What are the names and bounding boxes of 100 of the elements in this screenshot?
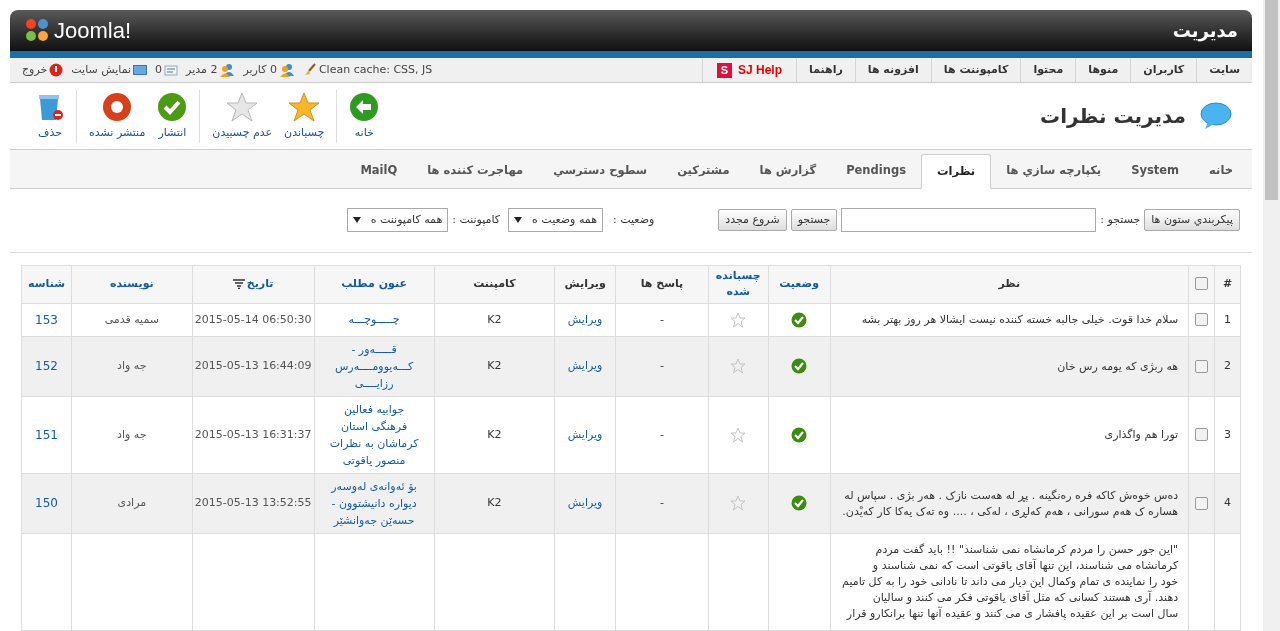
broom-icon [302, 63, 317, 78]
toolbar-button[interactable]: خانه [343, 89, 386, 143]
comment-id-link[interactable]: 151 [35, 427, 58, 442]
component-name: K2 [487, 496, 502, 510]
column-header: کامپننت [473, 275, 516, 292]
row-checkbox[interactable] [1195, 359, 1209, 373]
tab[interactable]: خانه [1194, 153, 1248, 189]
header-title: مدیریت [1172, 18, 1238, 44]
help-menu-item[interactable]: S SJ Help [702, 57, 797, 83]
search-label: جستجو : [1100, 212, 1141, 229]
status-link[interactable]: 0 کاربر [243, 61, 295, 79]
search-field[interactable] [841, 208, 1097, 233]
published-check-icon[interactable] [791, 426, 808, 443]
select-all-checkbox[interactable] [1195, 277, 1209, 291]
menu-item[interactable]: راهنما [796, 57, 855, 83]
tab[interactable]: System [1116, 153, 1195, 189]
tab[interactable]: گزارش ها [744, 153, 832, 189]
published-check-icon[interactable] [791, 495, 808, 512]
scrollbar[interactable] [1263, 0, 1280, 631]
menu-item[interactable]: سایت [1196, 57, 1252, 83]
status-link[interactable]: نمایش سایت [71, 61, 148, 79]
column-header: نظر [998, 275, 1021, 292]
logo-text: Joomla! [54, 16, 132, 45]
row-checkbox[interactable] [1195, 428, 1209, 442]
component-name: K2 [487, 427, 502, 441]
column-header: ویرایش [564, 275, 606, 292]
menu-item[interactable]: منوها [1075, 57, 1131, 83]
unpublish-icon [102, 91, 133, 122]
menu-item[interactable]: کاربران [1130, 57, 1197, 83]
tab[interactable]: سطوح دسترسي [538, 153, 663, 189]
toolbar-button[interactable]: عدم چسبیدن [206, 89, 279, 143]
row-number: 3 [1224, 427, 1232, 441]
status-link[interactable]: 2 مدیر [186, 61, 236, 79]
replies-count: - [659, 496, 664, 510]
column-header[interactable]: چسبانده شده [708, 267, 768, 301]
column-header[interactable]: تاریخ [232, 275, 274, 293]
columns-button[interactable]: پیکربندي ستون ها [1144, 209, 1240, 232]
row-number: 2 [1224, 359, 1232, 373]
column-header[interactable]: نویسنده [109, 275, 154, 293]
message-icon [164, 64, 179, 77]
replies-count: - [659, 427, 664, 441]
menu-item[interactable]: محتوا [1020, 57, 1076, 83]
star-icon[interactable] [730, 311, 747, 328]
star-icon[interactable] [730, 495, 747, 512]
help-logo-icon: S [717, 62, 732, 78]
published-check-icon[interactable] [791, 311, 808, 328]
menu-item[interactable]: افزونه ها [854, 57, 931, 83]
author-name: مرادی [117, 496, 147, 510]
star-icon[interactable] [730, 426, 747, 443]
replies-count: - [659, 312, 664, 326]
logout-icon [49, 63, 64, 78]
comment-id-link[interactable]: 152 [35, 359, 58, 374]
status-link[interactable]: Clean cache: CSS, JS [302, 61, 433, 79]
edit-link[interactable]: ویرایش [567, 496, 603, 510]
status-link[interactable]: خروج [22, 61, 64, 79]
check-icon [157, 91, 188, 122]
published-check-icon[interactable] [791, 358, 808, 375]
comment-text: دەس خوەش کاکه فره رەنگینه . پڕ لە هەست نازک . هەر بژی . سپاس لە هساره ک هەم سورانی ، هەم کەلڕی ، لەکی ، .... وه تەک یەکا کار کەیْدن. [842, 488, 1179, 518]
tab[interactable]: مشتركين [662, 153, 745, 189]
row-checkbox[interactable] [1195, 313, 1209, 326]
comment-text: هه ربژی که یومه رس خان [1057, 359, 1179, 373]
tab[interactable]: مهاجرت كننده ها [412, 153, 539, 189]
date-text: 2015-05-13 16:44:09 [194, 359, 312, 373]
toolbar-button[interactable]: انتشار [151, 89, 194, 143]
date-text: 2015-05-14 06:50:30 [194, 312, 312, 326]
comment-id-link[interactable]: 153 [35, 312, 58, 327]
tab[interactable]: MailQ [345, 153, 413, 189]
edit-link[interactable]: ویرایش [567, 427, 603, 441]
reset-button[interactable]: شروع مجدد [718, 209, 787, 232]
users-icon [219, 63, 236, 78]
state-select[interactable]: همه وضعیت ه [508, 208, 603, 233]
star-icon [226, 91, 259, 122]
component-label: کامپوننت : [452, 212, 501, 229]
row-number: 1 [1224, 312, 1232, 326]
search-button[interactable]: جستجو [790, 209, 838, 232]
star-icon[interactable] [730, 358, 747, 375]
tab[interactable]: نظرات [921, 154, 992, 190]
column-header: # [1222, 275, 1233, 292]
row-checkbox[interactable] [1195, 496, 1209, 510]
state-label: وضعیت : [613, 212, 655, 229]
monitor-icon [133, 64, 148, 77]
comment-id-link[interactable]: 150 [35, 496, 58, 511]
toolbar-button[interactable]: حذف [30, 89, 70, 143]
component-select[interactable]: همه کامپوننت ه [346, 208, 449, 233]
row-number: 4 [1224, 496, 1232, 510]
menu-item[interactable]: کامپوننت ها [930, 57, 1021, 83]
column-header: پاسخ ها [640, 275, 684, 292]
tab[interactable]: Pendings [831, 153, 921, 189]
status-link[interactable]: 0 [155, 61, 179, 79]
date-text: 2015-05-13 13:52:55 [194, 496, 312, 510]
star-icon [288, 91, 321, 122]
edit-link[interactable]: ویرایش [567, 359, 603, 373]
logo-icon [24, 17, 50, 44]
tab[interactable]: يكپارچه سازي ها [991, 153, 1117, 189]
toolbar-button[interactable]: چسباندن [278, 89, 331, 143]
comment-text: "این جور حسن را مردم کرمانشاه نمی شناسند" !! باید گفت مردم کرمانشاه می شناسند، این تنها آقای یاقوتی است که نمی شناسند و خود را نماینده ی تمام وکمال این دیار می داند تا نادانی خود را به کل تامیم دهند. آری هستند کسانی که مثل آقای یاقوتی فکر می کنند و سالیان سال است بر این عقیده پافشار ی می کنند و عقیده آنها تنها برانکارو قرار [842, 543, 1179, 620]
replies-count: - [659, 359, 664, 373]
toolbar-button[interactable]: منتشر نشده [83, 89, 152, 143]
caret-icon [514, 217, 523, 224]
author-name: جه واد [117, 427, 147, 441]
